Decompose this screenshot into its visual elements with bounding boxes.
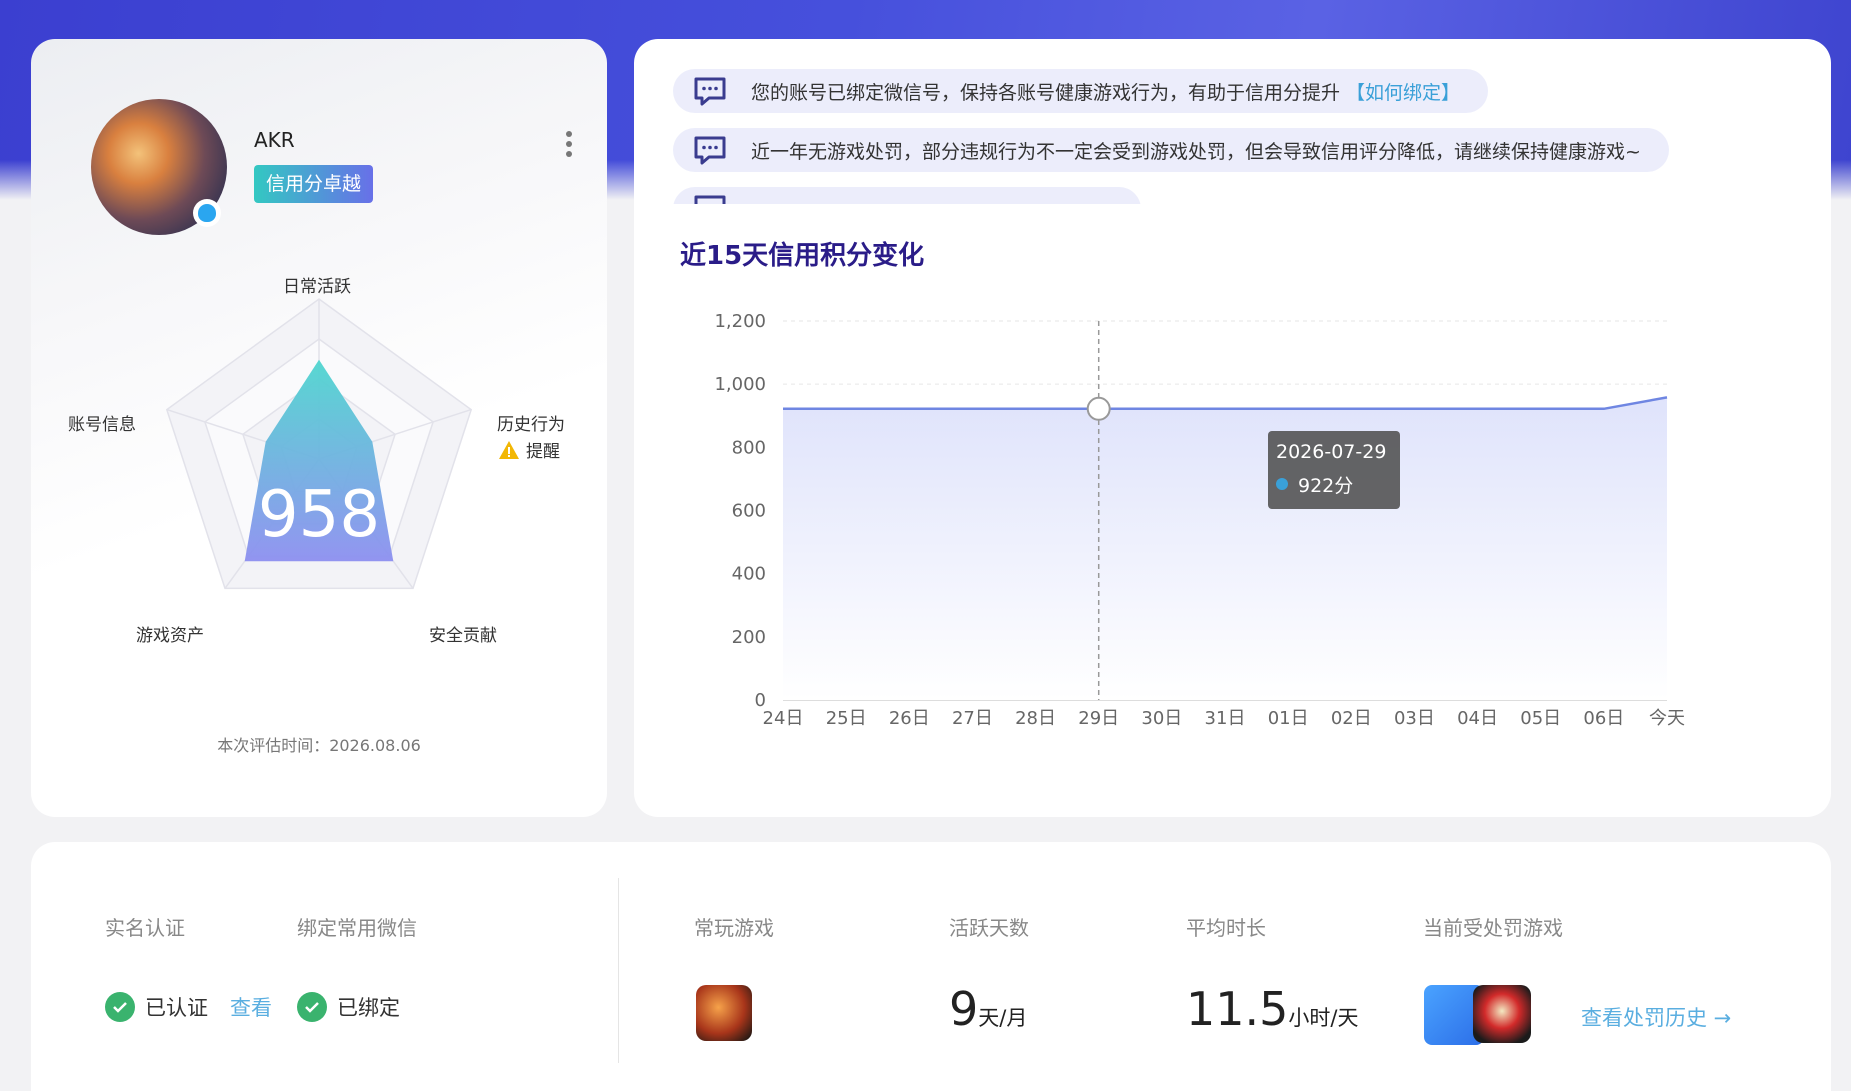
data-point [1086, 396, 1111, 421]
crossfire-game-icon[interactable] [1473, 985, 1531, 1043]
penalty-history-link[interactable]: 查看处罚历史 → [1581, 1002, 1731, 1032]
credit-score: 958 [258, 478, 380, 552]
x-tick-label: 28日 [1015, 708, 1056, 729]
real-name-status-text: 已认证 [145, 996, 208, 1020]
check-icon [297, 992, 327, 1022]
x-tick-label: 今天 [1649, 708, 1685, 729]
game-icon[interactable] [696, 985, 752, 1041]
y-tick-label: 600 [732, 501, 766, 522]
y-tick-label: 1,000 [714, 374, 766, 395]
tooltip-value: 922分 [1298, 475, 1354, 497]
y-tick-label: 800 [732, 437, 766, 458]
avg-time: 11.5小时/天 [1186, 982, 1359, 1036]
active-days-unit: 天/月 [978, 1006, 1028, 1030]
tooltip-date: 2026-07-29 [1276, 441, 1387, 463]
wechat-status-text: 已绑定 [337, 996, 400, 1020]
history-warning: 提醒 [498, 437, 560, 462]
active-days-value: 9 [949, 982, 979, 1036]
wechat-bind-label: 绑定常用微信 [297, 916, 417, 940]
warning-icon [499, 440, 519, 459]
x-tick-label: 02日 [1331, 708, 1372, 729]
chart-area [783, 397, 1667, 700]
check-icon [105, 992, 135, 1022]
avg-time-unit: 小时/天 [1288, 1006, 1359, 1030]
radar-label-history: 历史行为 [497, 415, 565, 435]
x-tick-label: 26日 [889, 708, 930, 729]
view-link[interactable]: 查看 [230, 992, 272, 1022]
penalty-games-label: 当前受处罚游戏 [1423, 916, 1563, 940]
radar-label-daily: 日常活跃 [283, 277, 351, 297]
warning-label: 提醒 [526, 442, 560, 462]
y-tick-label: 400 [732, 564, 766, 585]
profile-card: AKR 信用分卓越 958 日常活跃 历史行为 提醒 安全贡献 游戏资产 账号信… [31, 39, 607, 817]
radar-chart: 958 [165, 298, 473, 590]
tooltip-dot [1276, 478, 1288, 490]
real-name-label: 实名认证 [105, 916, 185, 940]
chart-card: 您的账号已绑定微信号，保持各账号健康游戏行为，有助于信用分提升 【如何绑定】 近… [634, 39, 1831, 817]
x-tick-label: 04日 [1457, 708, 1498, 729]
stats-card: 实名认证 绑定常用微信 已认证 查看 已绑定 常玩游戏 活跃天数 9天/月 平均… [31, 842, 1831, 1091]
real-name-status: 已认证 查看 [105, 992, 272, 1022]
wechat-status: 已绑定 [297, 992, 400, 1022]
avg-time-value: 11.5 [1186, 982, 1289, 1036]
series-line [783, 396, 1668, 411]
x-tick-label: 31日 [1205, 708, 1246, 729]
x-tick-label: 25日 [826, 708, 867, 729]
radar-label-assets: 游戏资产 [136, 626, 204, 646]
x-tick-label: 05日 [1520, 708, 1561, 729]
radar-label-security: 安全贡献 [429, 626, 497, 646]
y-tick-label: 1,200 [714, 311, 766, 332]
x-tick-label: 30日 [1141, 708, 1182, 729]
credit-line-chart: 02004006008001,0001,200 24日 25日 26日 27日 28日 2… [714, 311, 1685, 729]
eval-time: 本次评估时间：2026.08.06 [217, 736, 421, 755]
divider [618, 878, 619, 1063]
chart-tooltip: 2026-07-29 922分 [1268, 431, 1400, 509]
x-tick-label: 03日 [1394, 708, 1435, 729]
radar-label-account: 账号信息 [68, 415, 136, 435]
avg-time-label: 平均时长 [1186, 916, 1266, 940]
x-tick-label: 27日 [952, 708, 993, 729]
x-tick-label: 01日 [1268, 708, 1309, 729]
active-days: 9天/月 [949, 982, 1027, 1036]
x-tick-label: 24日 [763, 708, 804, 729]
frequent-games-label: 常玩游戏 [694, 916, 774, 940]
x-tick-label: 29日 [1078, 708, 1119, 729]
y-tick-label: 200 [732, 627, 766, 648]
active-days-label: 活跃天数 [949, 916, 1029, 940]
x-tick-label: 06日 [1583, 708, 1624, 729]
